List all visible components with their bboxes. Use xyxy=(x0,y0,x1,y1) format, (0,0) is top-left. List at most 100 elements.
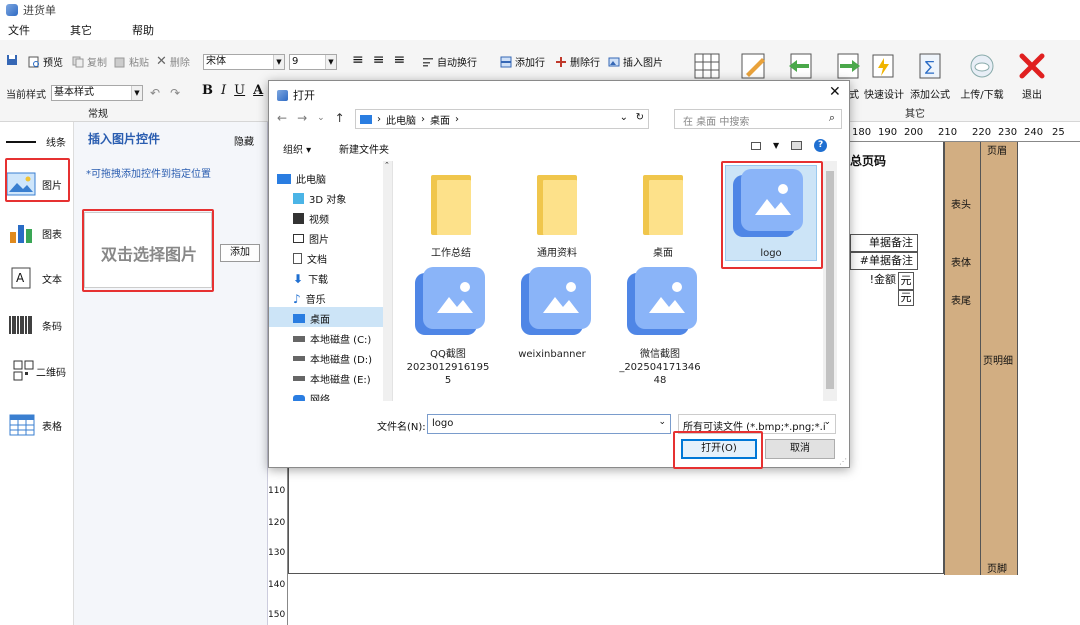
italic-button[interactable]: I xyxy=(221,83,226,98)
align-right-icon[interactable]: ≡ xyxy=(393,52,405,68)
scrollbar-thumb[interactable] xyxy=(826,171,834,389)
tool-qrcode[interactable]: 二维码 xyxy=(6,360,66,382)
menu-file[interactable]: 文件 xyxy=(0,22,62,38)
unit-cell[interactable]: 元 xyxy=(898,272,914,290)
tool-text[interactable]: A 文本 xyxy=(6,267,62,289)
delete-row-button[interactable]: 删除行 xyxy=(555,54,600,69)
remark-cell[interactable]: 单据备注 xyxy=(850,234,918,252)
toolbox: 线条 图片 图表 A 文本 条码 二维码 表格 xyxy=(0,122,74,625)
redo-icon[interactable]: ↷ xyxy=(170,86,180,100)
tool-table[interactable]: 表格 xyxy=(6,414,62,436)
size-select[interactable]: 9 ▼ xyxy=(289,54,337,70)
copy-label: 复制 xyxy=(87,58,107,69)
preview-button[interactable]: 预览 xyxy=(28,54,63,69)
nav-label: 图片 xyxy=(309,235,329,246)
up-arrow-icon[interactable]: ↑ xyxy=(335,111,345,125)
add-button[interactable]: 添加 xyxy=(220,244,260,262)
navigation-pane: 此电脑 3D 对象 视频 图片 文档 ⬇ 下载 ♪ 音乐 桌面 本地磁盘 (C:) … xyxy=(269,161,393,401)
nav-item-pictures[interactable]: 图片 xyxy=(293,231,329,246)
back-arrow-icon[interactable]: ← xyxy=(277,111,287,125)
font-color-button[interactable]: A xyxy=(253,83,263,98)
auto-wrap-button[interactable]: 自动换行 xyxy=(422,54,477,69)
add-formula-button[interactable]: ∑ 添加公式 xyxy=(908,52,952,101)
nav-item-3d[interactable]: 3D 对象 xyxy=(293,191,346,206)
dialog-close-button[interactable]: ✕ xyxy=(829,84,841,100)
grid-icon xyxy=(694,53,720,79)
address-bar[interactable]: › 此电脑 › 桌面 › ⌄ ↻ xyxy=(355,109,649,129)
nav-label: 本地磁盘 (C:) xyxy=(310,335,372,346)
folder-icon[interactable] xyxy=(643,175,683,235)
undo-icon[interactable]: ↶ xyxy=(150,86,160,100)
hide-link[interactable]: 隐藏 xyxy=(234,133,254,148)
folder-icon[interactable] xyxy=(537,175,577,235)
path-desktop[interactable]: 桌面 xyxy=(430,112,450,127)
unit-cell[interactable]: 元 xyxy=(898,290,914,306)
font-select[interactable]: 宋体 ▼ xyxy=(203,54,285,70)
file-grid: 工作总结 通用资料 桌面 logo QQ截图 2023012916195 5 w… xyxy=(395,161,837,401)
folder-icon[interactable] xyxy=(431,175,471,235)
refresh-icon[interactable]: ↻ xyxy=(636,112,644,123)
chevron-down-icon[interactable]: ▼ xyxy=(773,141,779,150)
nav-scrollbar[interactable]: ⌃ xyxy=(383,161,392,401)
upload-download-button[interactable]: 上传/下载 xyxy=(960,52,1004,101)
page-code-cell[interactable]: 总页码 xyxy=(850,152,928,174)
cancel-button[interactable]: 取消 xyxy=(765,439,835,459)
paste-button[interactable]: 粘贴 xyxy=(114,54,149,69)
image-file-icon[interactable] xyxy=(521,267,591,337)
nav-item-documents[interactable]: 文档 xyxy=(293,251,327,266)
search-box[interactable]: 在 桌面 中搜索 ⌕ xyxy=(674,109,842,129)
copy-button[interactable]: 复制 xyxy=(72,54,107,69)
path-this-pc[interactable]: 此电脑 xyxy=(386,112,416,127)
nav-item-drive-d[interactable]: 本地磁盘 (D:) xyxy=(293,351,372,366)
recent-dropdown-icon[interactable]: ⌄ xyxy=(317,113,325,125)
insert-image-button[interactable]: 插入图片 xyxy=(608,54,663,69)
edit-icon xyxy=(741,53,765,79)
ruler-tick: 130 xyxy=(268,548,286,558)
image-file-icon[interactable] xyxy=(415,267,485,337)
group-normal-label: 常规 xyxy=(88,109,108,120)
chevron-down-icon[interactable]: ⌄ xyxy=(658,417,666,427)
align-center-icon[interactable]: ≡ xyxy=(373,52,385,68)
tool-barcode[interactable]: 条码 xyxy=(6,314,62,336)
exit-button[interactable]: 退出 xyxy=(1010,52,1054,101)
nav-label: 此电脑 xyxy=(296,175,326,186)
menu-help[interactable]: 帮助 xyxy=(124,22,186,38)
nav-item-this-pc[interactable]: 此电脑 xyxy=(277,171,326,186)
menu-other[interactable]: 其它 xyxy=(62,22,124,38)
nav-item-network[interactable]: 网络 xyxy=(293,391,330,401)
insert-picture-panel: 插入图片控件 隐藏 *可拖拽添加控件到指定位置 双击选择图片 添加 xyxy=(74,122,268,625)
preview-pane-icon[interactable] xyxy=(791,141,803,150)
nav-item-desktop[interactable]: 桌面 xyxy=(293,311,330,326)
style-select[interactable]: 基本样式 ▼ xyxy=(51,85,143,101)
download-icon: ⬇ xyxy=(293,271,304,286)
ruler-tick: 220 xyxy=(972,127,992,138)
delete-button[interactable]: ✕ 删除 xyxy=(156,54,190,69)
resize-grip-icon[interactable]: ⋰ xyxy=(839,457,847,466)
file-grid-scrollbar[interactable] xyxy=(823,161,837,401)
filename-input[interactable]: logo ⌄ xyxy=(427,414,671,434)
quick-design-button[interactable]: 快速设计 xyxy=(862,52,906,101)
chevron-down-icon[interactable]: ⌄ xyxy=(620,112,628,123)
remark-field-cell[interactable]: #单据备注 xyxy=(850,252,918,270)
tool-chart[interactable]: 图表 xyxy=(6,222,62,244)
help-icon[interactable]: ? xyxy=(814,139,828,152)
tool-line[interactable]: 线条 xyxy=(6,134,66,149)
nav-item-music[interactable]: ♪ 音乐 xyxy=(293,291,326,307)
image-icon xyxy=(608,57,620,66)
new-folder-button[interactable]: 新建文件夹 xyxy=(339,141,389,156)
forward-arrow-icon[interactable]: → xyxy=(297,111,307,125)
amount-cell[interactable]: !金额 xyxy=(850,272,898,290)
file-name: QQ截图 2023012916195 5 xyxy=(406,349,490,386)
underline-button[interactable]: U xyxy=(234,83,245,98)
organize-menu[interactable]: 组织 ▾ xyxy=(283,141,311,156)
nav-item-drive-e[interactable]: 本地磁盘 (E:) xyxy=(293,371,371,386)
add-row-button[interactable]: 添加行 xyxy=(500,54,545,69)
nav-item-video[interactable]: 视频 xyxy=(293,211,329,226)
align-left-icon[interactable]: ≡ xyxy=(352,52,364,68)
bold-button[interactable]: B xyxy=(202,83,213,98)
nav-item-drive-c[interactable]: 本地磁盘 (C:) xyxy=(293,331,371,346)
view-mode-icon[interactable] xyxy=(751,141,761,150)
save-button[interactable] xyxy=(6,54,18,66)
nav-item-downloads[interactable]: ⬇ 下载 xyxy=(293,271,328,287)
image-file-icon[interactable] xyxy=(627,267,697,337)
